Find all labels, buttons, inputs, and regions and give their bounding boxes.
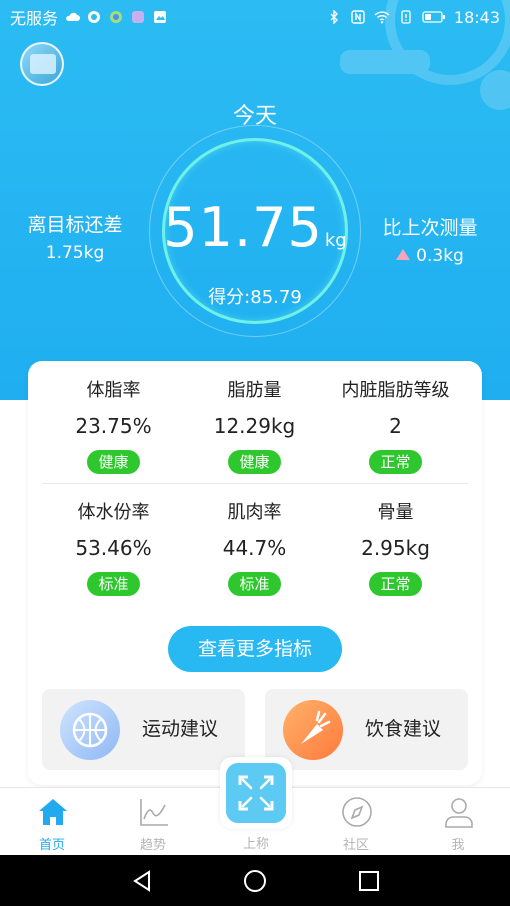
user-icon [445, 798, 473, 828]
score-text: 得分:85.79 [208, 287, 302, 308]
today-label: 今天 [232, 104, 277, 129]
status-badge: 正常 [369, 572, 422, 596]
weight-value: 51.75 [163, 196, 323, 259]
system-nav-bar [0, 855, 510, 906]
carrot-icon [283, 700, 343, 760]
metric-label: 肌肉率 [227, 502, 282, 523]
metrics-card: 体脂率 23.75% 健康 脂肪量 12.29kg 健康 内脏脂肪等级 2 正常… [28, 361, 482, 785]
gallery-icon [154, 11, 167, 23]
wifi-icon [374, 11, 390, 24]
recents-icon[interactable] [357, 869, 381, 893]
metric-value: 23.75% [75, 414, 152, 438]
tab-home[interactable]: 首页 [2, 788, 102, 856]
tab-label: 我 [451, 838, 465, 853]
metric-value: 44.7% [222, 536, 287, 560]
status-badge: 健康 [87, 450, 140, 474]
basketball-icon [60, 700, 120, 760]
tab-label: 趋势 [139, 838, 166, 853]
status-badge: 健康 [228, 450, 281, 474]
carrier-text: 无服务 [10, 9, 59, 28]
back-icon[interactable] [130, 869, 154, 893]
app-icon [110, 11, 123, 23]
home-icon [39, 799, 67, 825]
tab-trend[interactable]: 趋势 [103, 788, 203, 856]
metric-muscle-rate[interactable]: 肌肉率 44.7% 标准 [179, 498, 330, 596]
metric-bone-mass[interactable]: 骨量 2.95kg 正常 [320, 498, 471, 596]
metric-value: 53.46% [75, 536, 152, 560]
metric-value: 12.29kg [213, 414, 296, 438]
view-more-metrics-button[interactable]: 查看更多指标 [168, 626, 342, 672]
metric-value: 2 [389, 414, 402, 438]
status-badge: 标准 [87, 572, 140, 596]
status-badge: 标准 [228, 572, 281, 596]
nfc-icon [351, 10, 365, 24]
status-bar: 无服务 18:43 [0, 0, 510, 34]
metric-label: 体水份率 [77, 502, 150, 523]
home-circle-icon[interactable] [243, 869, 267, 893]
sim-alert-icon [401, 10, 411, 24]
metric-label: 骨量 [377, 502, 414, 523]
metric-visceral-fat[interactable]: 内脏脂肪等级 2 正常 [320, 376, 471, 474]
battery-icon [422, 11, 445, 23]
trend-chart-icon [140, 799, 168, 826]
metric-fat-mass[interactable]: 脂肪量 12.29kg 健康 [179, 376, 330, 474]
divider [42, 483, 468, 484]
clock-text: 18:43 [453, 7, 500, 27]
status-badge: 正常 [369, 450, 422, 474]
metric-water-rate[interactable]: 体水份率 53.46% 标准 [38, 498, 189, 596]
avatar[interactable] [20, 42, 64, 86]
bluetooth-icon [330, 10, 338, 24]
tab-community[interactable]: 社区 [306, 788, 406, 856]
qq-icon [88, 11, 101, 23]
weigh-scale-button[interactable] [220, 757, 292, 829]
metric-value: 2.95kg [361, 536, 430, 560]
compass-icon [342, 797, 372, 827]
exercise-advice-button[interactable]: 运动建议 [42, 689, 245, 770]
tab-label: 社区 [342, 838, 369, 853]
weight-display: 51.75 kg [0, 196, 510, 259]
metric-body-fat-rate[interactable]: 体脂率 23.75% 健康 [38, 376, 189, 474]
tab-me[interactable]: 我 [408, 788, 508, 856]
weight-unit: kg [324, 230, 347, 251]
exercise-advice-label: 运动建议 [142, 718, 219, 740]
metric-label: 体脂率 [86, 380, 141, 401]
diet-advice-label: 饮食建议 [365, 718, 442, 740]
diet-advice-button[interactable]: 饮食建议 [265, 689, 468, 770]
app-notify-icon [132, 11, 145, 23]
metric-label: 脂肪量 [227, 380, 282, 401]
cloud-icon [66, 12, 81, 21]
metric-label: 内脏脂肪等级 [341, 380, 450, 401]
scale-icon [238, 775, 274, 811]
tab-label: 首页 [38, 838, 65, 853]
tab-label: 上称 [242, 837, 269, 852]
